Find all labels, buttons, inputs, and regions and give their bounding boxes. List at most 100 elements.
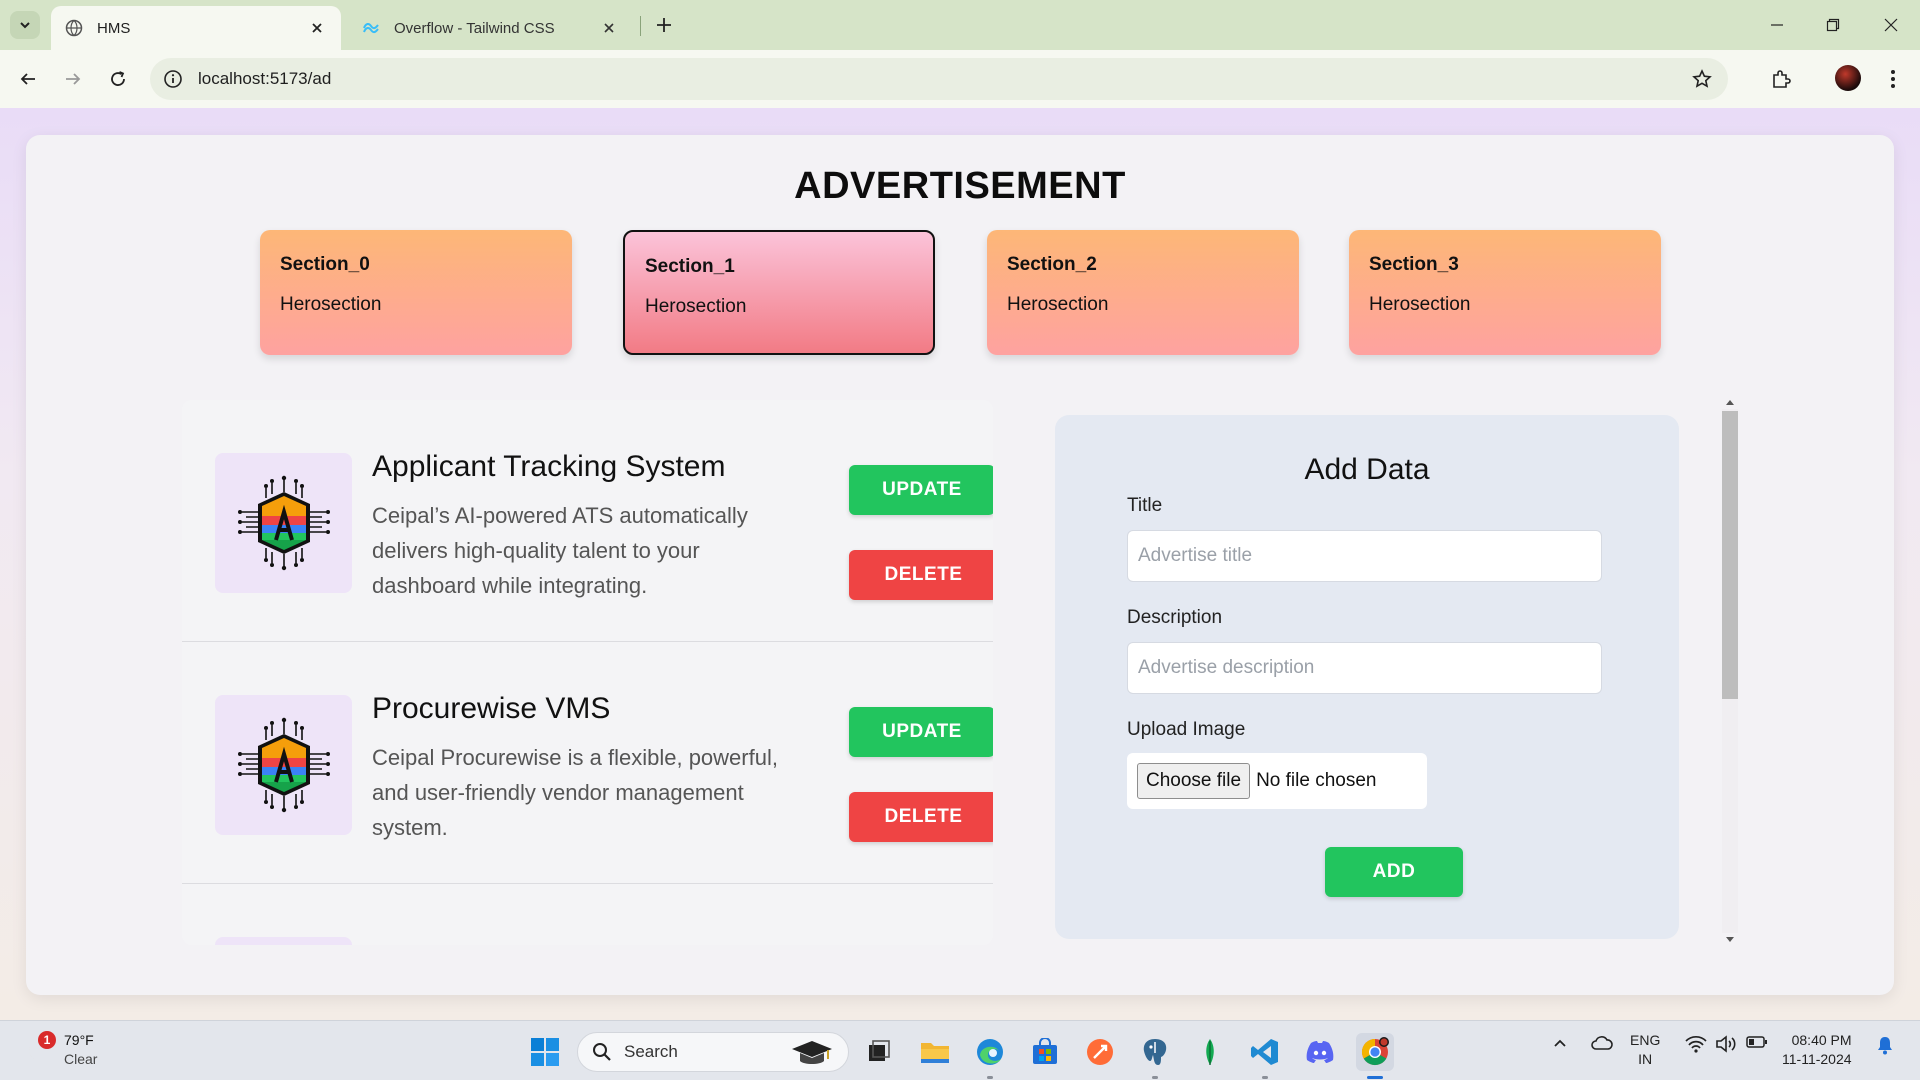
scroll-up-arrow-icon[interactable] — [1725, 397, 1735, 407]
file-explorer-icon[interactable] — [916, 1033, 954, 1071]
section-name: Section_0 — [280, 254, 370, 275]
running-indicator — [987, 1076, 993, 1079]
start-button[interactable] — [526, 1033, 564, 1071]
weather-temperature: 79°F — [64, 1032, 94, 1048]
ad-thumbnail — [215, 695, 352, 835]
notification-bell-icon[interactable] — [1876, 1035, 1894, 1055]
browser-tabstrip: HMS Overflow - Tailwind CSS — [0, 0, 1920, 50]
upload-image-label: Upload Image — [1127, 719, 1246, 740]
section-name: Section_3 — [1369, 254, 1459, 275]
close-icon[interactable] — [307, 18, 327, 38]
onedrive-cloud-icon[interactable] — [1590, 1035, 1614, 1051]
title-input[interactable] — [1127, 530, 1602, 582]
form-title: Add Data — [1304, 453, 1430, 486]
restore-button[interactable] — [1818, 10, 1848, 40]
title-label: Title — [1127, 495, 1163, 516]
add-button[interactable]: ADD — [1325, 847, 1463, 897]
chevron-down-icon — [20, 22, 30, 29]
url-text: localhost:5173/ad — [198, 69, 332, 88]
language-code: ENG — [1630, 1032, 1661, 1048]
update-button[interactable]: UPDATE — [849, 465, 993, 515]
advertisement-list: Applicant Tracking System Ceipal’s AI-po… — [182, 400, 993, 945]
chevron-up-icon[interactable] — [1552, 1035, 1568, 1051]
scroll-down-arrow-icon[interactable] — [1725, 935, 1735, 945]
reload-button[interactable] — [102, 63, 134, 95]
volume-icon[interactable] — [1715, 1035, 1737, 1053]
section-card-3[interactable]: Section_3 Herosection — [1349, 230, 1661, 355]
extensions-button[interactable] — [1766, 64, 1796, 94]
description-input[interactable] — [1127, 642, 1602, 694]
minimize-icon — [1771, 24, 1783, 26]
scrollbar[interactable] — [1720, 397, 1740, 947]
discord-icon[interactable] — [1301, 1033, 1339, 1071]
puzzle-icon — [1773, 70, 1791, 88]
tab-title: HMS — [97, 19, 131, 37]
ai-chip-logo-icon — [237, 475, 330, 571]
tailwind-logo-icon — [362, 19, 380, 37]
profile-avatar[interactable] — [1835, 65, 1861, 91]
weather-moon-icon: 1 — [24, 1031, 56, 1065]
delete-button[interactable]: DELETE — [849, 792, 993, 842]
tab-hms[interactable]: HMS — [51, 6, 341, 50]
weather-widget[interactable]: 1 79°F Clear — [24, 1031, 97, 1069]
browser-menu-button[interactable] — [1878, 64, 1908, 94]
file-input: Choose file No file chosen — [1127, 753, 1427, 809]
clock-date: 11-11-2024 — [1782, 1051, 1852, 1067]
reload-icon — [111, 71, 125, 86]
address-bar[interactable]: localhost:5173/ad — [150, 58, 1728, 100]
ad-thumbnail — [215, 453, 352, 593]
section-card-0[interactable]: Section_0 Herosection — [260, 230, 572, 355]
windows-taskbar: 1 79°F Clear Search ENG IN 08:40 PM 11-1… — [0, 1020, 1920, 1080]
choose-file-button[interactable]: Choose file — [1137, 763, 1251, 799]
tab-search-button[interactable] — [10, 11, 40, 39]
system-clock[interactable]: 08:40 PM 11-11-2024 — [1782, 1031, 1852, 1069]
weather-condition: Clear — [64, 1051, 98, 1067]
minimize-button[interactable] — [1762, 10, 1792, 40]
tab-separator — [640, 16, 641, 36]
description-label: Description — [1127, 607, 1223, 628]
ad-title: Procurewise VMS — [372, 692, 611, 725]
postgresql-icon[interactable] — [1136, 1033, 1174, 1079]
globe-icon — [65, 19, 83, 37]
scroll-thumb[interactable] — [1722, 411, 1738, 699]
file-status: No file chosen — [1256, 770, 1377, 791]
section-card-1[interactable]: Section_1 Herosection — [623, 230, 935, 355]
delete-button[interactable]: DELETE — [849, 550, 993, 600]
language-indicator[interactable]: ENG IN — [1630, 1031, 1660, 1069]
list-item: Procurewise VMS Ceipal Procurewise is a … — [182, 642, 993, 884]
new-tab-button[interactable] — [651, 12, 677, 38]
wifi-icon[interactable] — [1685, 1035, 1707, 1053]
ad-title: Applicant Tracking System — [372, 450, 726, 483]
forward-button[interactable] — [57, 63, 89, 95]
mongodb-compass-icon[interactable] — [1191, 1033, 1229, 1071]
site-info-icon[interactable] — [162, 68, 184, 90]
postman-icon[interactable] — [1081, 1033, 1119, 1071]
update-button[interactable]: UPDATE — [849, 707, 993, 757]
bookmark-star-icon[interactable] — [1688, 65, 1716, 93]
section-name: Section_1 — [645, 256, 735, 277]
vscode-icon[interactable] — [1246, 1033, 1284, 1079]
tab-title: Overflow - Tailwind CSS — [394, 19, 555, 37]
taskbar-search[interactable]: Search — [577, 1032, 849, 1072]
microsoft-store-icon[interactable] — [1026, 1033, 1064, 1071]
battery-icon[interactable] — [1746, 1035, 1768, 1049]
list-item: Applicant Tracking System Ceipal’s AI-po… — [182, 400, 993, 642]
search-icon — [593, 1043, 611, 1061]
page-viewport: ADVERTISEMENT Section_0 Herosection Sect… — [0, 108, 1920, 1020]
tab-overflow-tailwind[interactable]: Overflow - Tailwind CSS — [348, 6, 633, 50]
section-card-2[interactable]: Section_2 Herosection — [987, 230, 1299, 355]
ad-description: Ceipal Procurewise is a flexible, powerf… — [372, 745, 778, 840]
region-code: IN — [1638, 1051, 1653, 1067]
chrome-icon[interactable] — [1356, 1033, 1394, 1079]
section-type: Herosection — [1369, 294, 1471, 315]
edge-browser-icon[interactable] — [971, 1033, 1009, 1079]
ai-chip-logo-icon — [237, 717, 330, 813]
close-window-button[interactable] — [1876, 10, 1906, 40]
add-data-form: Add Data Title Description Upload Image … — [1055, 415, 1679, 939]
kebab-menu-icon — [1891, 70, 1895, 88]
task-view-icon[interactable] — [860, 1033, 898, 1071]
arrow-left-icon — [20, 73, 35, 85]
back-button[interactable] — [12, 63, 44, 95]
close-icon[interactable] — [599, 18, 619, 38]
clock-time: 08:40 PM — [1791, 1032, 1852, 1048]
